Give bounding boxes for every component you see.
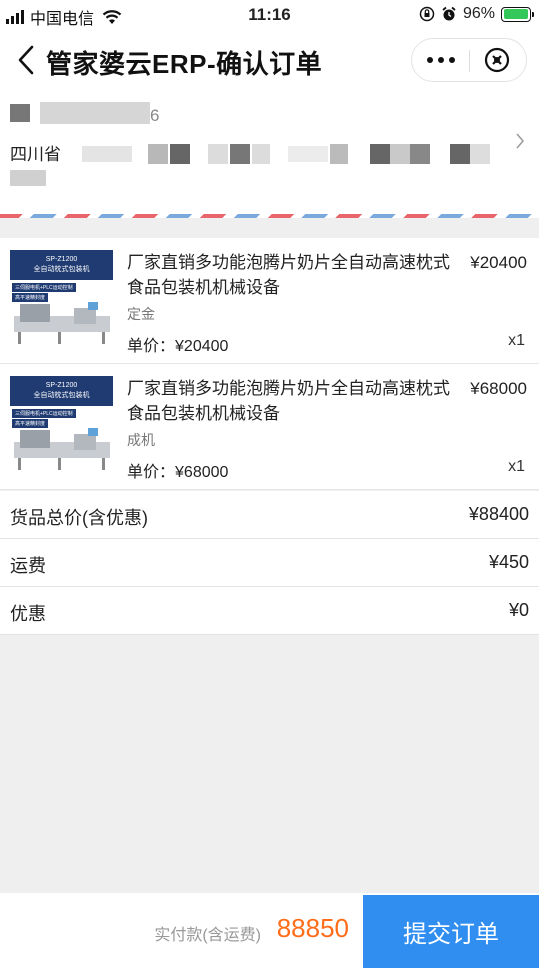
thumb-tag: 高平速精封度 — [12, 293, 49, 302]
redacted-block — [10, 170, 46, 186]
summary-row-shipping: 运费 ¥450 — [0, 539, 539, 587]
pay-amount-label: 实付款(含运费) — [154, 927, 261, 944]
discount-value: ¥0 — [508, 600, 529, 620]
thumb-caption: 全自动枕式包装机 — [33, 392, 90, 399]
unit-price: 单价：¥68000 — [127, 458, 228, 482]
shipping-value: ¥450 — [488, 552, 529, 572]
product-title: 厂家直销多功能泡腾片奶片全自动高速枕式食品包装机机械设备 — [127, 253, 450, 297]
status-right: 96% — [419, 5, 534, 23]
discount-label: 优惠 — [10, 604, 46, 624]
unit-price: 单价：¥20400 — [127, 332, 228, 356]
status-bar: 中国电信 11:16 96% — [0, 0, 539, 30]
product-thumbnail: SP-Z1200 全自动枕式包装机 三伺服电机+PLC运动控制 高平速精封度 — [10, 376, 113, 475]
product-spec: 定金 — [127, 306, 155, 322]
product-list: SP-Z1200 全自动枕式包装机 三伺服电机+PLC运动控制 高平速精封度 厂… — [0, 238, 539, 490]
redacted-block — [40, 102, 150, 124]
unit-price-value: ¥20400 — [175, 338, 229, 355]
goods-total-value: ¥88400 — [468, 504, 529, 524]
machine-image — [14, 428, 110, 470]
redacted-block — [148, 144, 168, 164]
product-title: 厂家直销多功能泡腾片奶片全自动高速枕式食品包装机机械设备 — [127, 379, 450, 423]
thumb-tag: 三伺服电机+PLC运动控制 — [12, 409, 76, 418]
recipient-name: 6 — [150, 106, 160, 125]
pay-amount-value: 88850 — [276, 913, 349, 943]
redacted-block — [370, 144, 390, 164]
thumb-tag: 三伺服电机+PLC运动控制 — [12, 283, 76, 292]
thumb-model: SP-Z1200 — [45, 256, 78, 263]
goods-total-label: 货品总价(含优惠) — [10, 508, 148, 528]
product-price: ¥20400 — [470, 253, 527, 272]
unit-price-value: ¥68000 — [175, 464, 229, 481]
summary-row-goods-total: 货品总价(含优惠) ¥88400 — [0, 491, 539, 539]
thumb-caption: 全自动枕式包装机 — [33, 266, 90, 273]
unit-price-label: 单价： — [127, 338, 176, 355]
product-quantity: x1 — [508, 332, 525, 349]
redacted-block — [82, 146, 132, 162]
chevron-left-icon[interactable] — [14, 44, 40, 76]
shipping-address[interactable]: 6 四川省 — [0, 90, 539, 218]
redacted-block — [410, 144, 430, 164]
machine-image — [14, 302, 110, 344]
redacted-block — [330, 144, 348, 164]
product-thumbnail: SP-Z1200 全自动枕式包装机 三伺服电机+PLC运动控制 高平速精封度 — [10, 250, 113, 349]
airmail-border — [0, 214, 539, 218]
address-line: 四川省 — [10, 145, 61, 164]
thumb-header: SP-Z1200 全自动枕式包装机 — [10, 250, 113, 280]
thumb-model: SP-Z1200 — [45, 382, 78, 389]
shipping-label: 运费 — [10, 556, 46, 576]
close-button[interactable] — [468, 39, 526, 81]
redacted-block — [252, 144, 270, 164]
battery-fill — [503, 9, 528, 19]
summary-row-discount: 优惠 ¥0 — [0, 587, 539, 635]
alarm-icon — [442, 6, 456, 21]
redacted-block — [230, 144, 250, 164]
page-title: 管家婆云ERP-确认订单 — [46, 49, 323, 79]
redacted-block — [170, 144, 190, 164]
product-quantity: x1 — [508, 458, 525, 475]
order-summary: 货品总价(含优惠) ¥88400 运费 ¥450 优惠 ¥0 — [0, 491, 539, 635]
battery-icon — [501, 6, 534, 22]
redacted-block — [288, 146, 328, 162]
thumb-tag: 高平速精封度 — [12, 419, 49, 428]
chevron-right-icon — [516, 133, 524, 149]
battery-percent: 96% — [462, 5, 495, 22]
close-circle-icon — [484, 47, 510, 73]
checkout-footer: 实付款(含运费) 88850 提交订单 — [0, 893, 539, 968]
redacted-block — [450, 144, 470, 164]
more-dots-icon[interactable] — [412, 39, 470, 81]
product-spec: 成机 — [127, 432, 155, 448]
product-item[interactable]: SP-Z1200 全自动枕式包装机 三伺服电机+PLC运动控制 高平速精封度 厂… — [0, 364, 539, 490]
unit-price-label: 单价： — [127, 464, 176, 481]
redacted-block — [208, 144, 228, 164]
thumb-header: SP-Z1200 全自动枕式包装机 — [10, 376, 113, 406]
nav-bar: 管家婆云ERP-确认订单 — [0, 30, 539, 90]
product-item[interactable]: SP-Z1200 全自动枕式包装机 三伺服电机+PLC运动控制 高平速精封度 厂… — [0, 238, 539, 364]
submit-order-button[interactable]: 提交订单 — [363, 895, 539, 968]
redacted-block — [10, 104, 30, 122]
redacted-block — [470, 144, 490, 164]
orientation-lock-icon — [419, 6, 435, 22]
mini-program-capsule — [411, 38, 527, 82]
product-price: ¥68000 — [470, 379, 527, 398]
redacted-block — [390, 144, 410, 164]
